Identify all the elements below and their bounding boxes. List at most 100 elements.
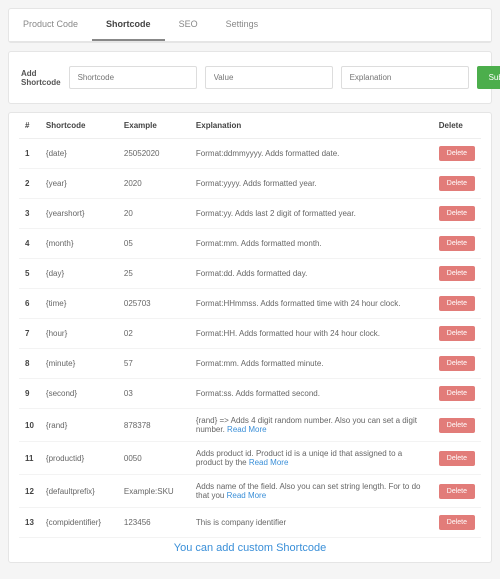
- table-header-row: # Shortcode Example Explanation Delete: [19, 113, 481, 139]
- row-explanation: Format:yyyy. Adds formatted year.: [190, 169, 433, 199]
- row-delete-cell: Delete: [433, 442, 481, 475]
- delete-button[interactable]: Delete: [439, 451, 475, 466]
- delete-button[interactable]: Delete: [439, 356, 475, 371]
- delete-button[interactable]: Delete: [439, 326, 475, 341]
- delete-button[interactable]: Delete: [439, 386, 475, 401]
- table-panel: # Shortcode Example Explanation Delete 1…: [8, 112, 492, 563]
- table-row: 6{time}025703Format:HHmmss. Adds formatt…: [19, 289, 481, 319]
- row-shortcode: {day}: [40, 259, 118, 289]
- table-row: 10{rand}878378{rand} => Adds 4 digit ran…: [19, 409, 481, 442]
- row-example: Example:SKU: [118, 475, 190, 508]
- row-delete-cell: Delete: [433, 139, 481, 169]
- row-example: 57: [118, 349, 190, 379]
- row-shortcode: {year}: [40, 169, 118, 199]
- table-row: 1{date}25052020Format:ddmmyyyy. Adds for…: [19, 139, 481, 169]
- explanation-input[interactable]: [341, 66, 469, 89]
- row-shortcode: {defaultprefix}: [40, 475, 118, 508]
- table-row: 9{second}03Format:ss. Adds formatted sec…: [19, 379, 481, 409]
- row-shortcode: {productid}: [40, 442, 118, 475]
- row-explanation: Format:HH. Adds formatted hour with 24 h…: [190, 319, 433, 349]
- delete-button[interactable]: Delete: [439, 484, 475, 499]
- table-row: 11{productid}0050Adds product id. Produc…: [19, 442, 481, 475]
- delete-button[interactable]: Delete: [439, 236, 475, 251]
- submit-button[interactable]: Submit: [477, 66, 500, 89]
- read-more-link[interactable]: Read More: [227, 425, 267, 434]
- row-num: 3: [19, 199, 40, 229]
- row-shortcode: {hour}: [40, 319, 118, 349]
- table-row: 7{hour}02Format:HH. Adds formatted hour …: [19, 319, 481, 349]
- header-shortcode: Shortcode: [40, 113, 118, 139]
- row-num: 9: [19, 379, 40, 409]
- row-example: 05: [118, 229, 190, 259]
- delete-button[interactable]: Delete: [439, 515, 475, 530]
- delete-button[interactable]: Delete: [439, 146, 475, 161]
- row-explanation: Format:mm. Adds formatted month.: [190, 229, 433, 259]
- row-example: 25052020: [118, 139, 190, 169]
- row-shortcode: {minute}: [40, 349, 118, 379]
- row-shortcode: {second}: [40, 379, 118, 409]
- tab-bar: Product Code Shortcode SEO Settings: [9, 9, 491, 42]
- delete-button[interactable]: Delete: [439, 206, 475, 221]
- row-num: 11: [19, 442, 40, 475]
- read-more-link[interactable]: Read More: [249, 458, 289, 467]
- row-delete-cell: Delete: [433, 409, 481, 442]
- table-row: 2{year}2020Format:yyyy. Adds formatted y…: [19, 169, 481, 199]
- row-delete-cell: Delete: [433, 229, 481, 259]
- row-example: 25: [118, 259, 190, 289]
- row-shortcode: {rand}: [40, 409, 118, 442]
- row-explanation: Format:yy. Adds last 2 digit of formatte…: [190, 199, 433, 229]
- tab-settings[interactable]: Settings: [212, 9, 273, 41]
- row-num: 10: [19, 409, 40, 442]
- row-example: 878378: [118, 409, 190, 442]
- row-num: 4: [19, 229, 40, 259]
- row-delete-cell: Delete: [433, 349, 481, 379]
- row-delete-cell: Delete: [433, 199, 481, 229]
- tabs-panel: Product Code Shortcode SEO Settings: [8, 8, 492, 43]
- row-explanation: Format:dd. Adds formatted day.: [190, 259, 433, 289]
- header-example: Example: [118, 113, 190, 139]
- row-delete-cell: Delete: [433, 475, 481, 508]
- row-num: 12: [19, 475, 40, 508]
- row-explanation: This is company identifier: [190, 508, 433, 538]
- table-row: 3{yearshort}20Format:yy. Adds last 2 dig…: [19, 199, 481, 229]
- row-example: 03: [118, 379, 190, 409]
- tab-seo[interactable]: SEO: [165, 9, 212, 41]
- delete-button[interactable]: Delete: [439, 296, 475, 311]
- add-form-panel: Add Shortcode Submit: [8, 51, 492, 104]
- row-num: 6: [19, 289, 40, 319]
- row-shortcode: {compidentifier}: [40, 508, 118, 538]
- row-shortcode: {date}: [40, 139, 118, 169]
- delete-button[interactable]: Delete: [439, 266, 475, 281]
- tab-product-code[interactable]: Product Code: [9, 9, 92, 41]
- table-row: 4{month}05Format:mm. Adds formatted mont…: [19, 229, 481, 259]
- shortcode-table: # Shortcode Example Explanation Delete 1…: [19, 113, 481, 538]
- value-input[interactable]: [205, 66, 333, 89]
- row-delete-cell: Delete: [433, 289, 481, 319]
- row-example: 02: [118, 319, 190, 349]
- row-shortcode: {yearshort}: [40, 199, 118, 229]
- row-example: 0050: [118, 442, 190, 475]
- row-example: 123456: [118, 508, 190, 538]
- row-num: 5: [19, 259, 40, 289]
- row-explanation: {rand} => Adds 4 digit random number. Al…: [190, 409, 433, 442]
- read-more-link[interactable]: Read More: [227, 491, 267, 500]
- header-num: #: [19, 113, 40, 139]
- row-explanation: Format:HHmmss. Adds formatted time with …: [190, 289, 433, 319]
- tab-shortcode[interactable]: Shortcode: [92, 9, 165, 41]
- row-num: 2: [19, 169, 40, 199]
- table-row: 8{minute}57Format:mm. Adds formatted min…: [19, 349, 481, 379]
- row-num: 1: [19, 139, 40, 169]
- table-row: 5{day}25Format:dd. Adds formatted day. De…: [19, 259, 481, 289]
- row-shortcode: {time}: [40, 289, 118, 319]
- table-row: 13{compidentifier}123456This is company …: [19, 508, 481, 538]
- delete-button[interactable]: Delete: [439, 176, 475, 191]
- row-delete-cell: Delete: [433, 169, 481, 199]
- add-form-row: Add Shortcode Submit: [9, 52, 491, 103]
- table-row: 12{defaultprefix}Example:SKUAdds name of…: [19, 475, 481, 508]
- row-explanation: Format:ddmmyyyy. Adds formatted date.: [190, 139, 433, 169]
- delete-button[interactable]: Delete: [439, 418, 475, 433]
- row-delete-cell: Delete: [433, 379, 481, 409]
- shortcode-input[interactable]: [69, 66, 197, 89]
- row-explanation: Format:ss. Adds formatted second.: [190, 379, 433, 409]
- row-delete-cell: Delete: [433, 319, 481, 349]
